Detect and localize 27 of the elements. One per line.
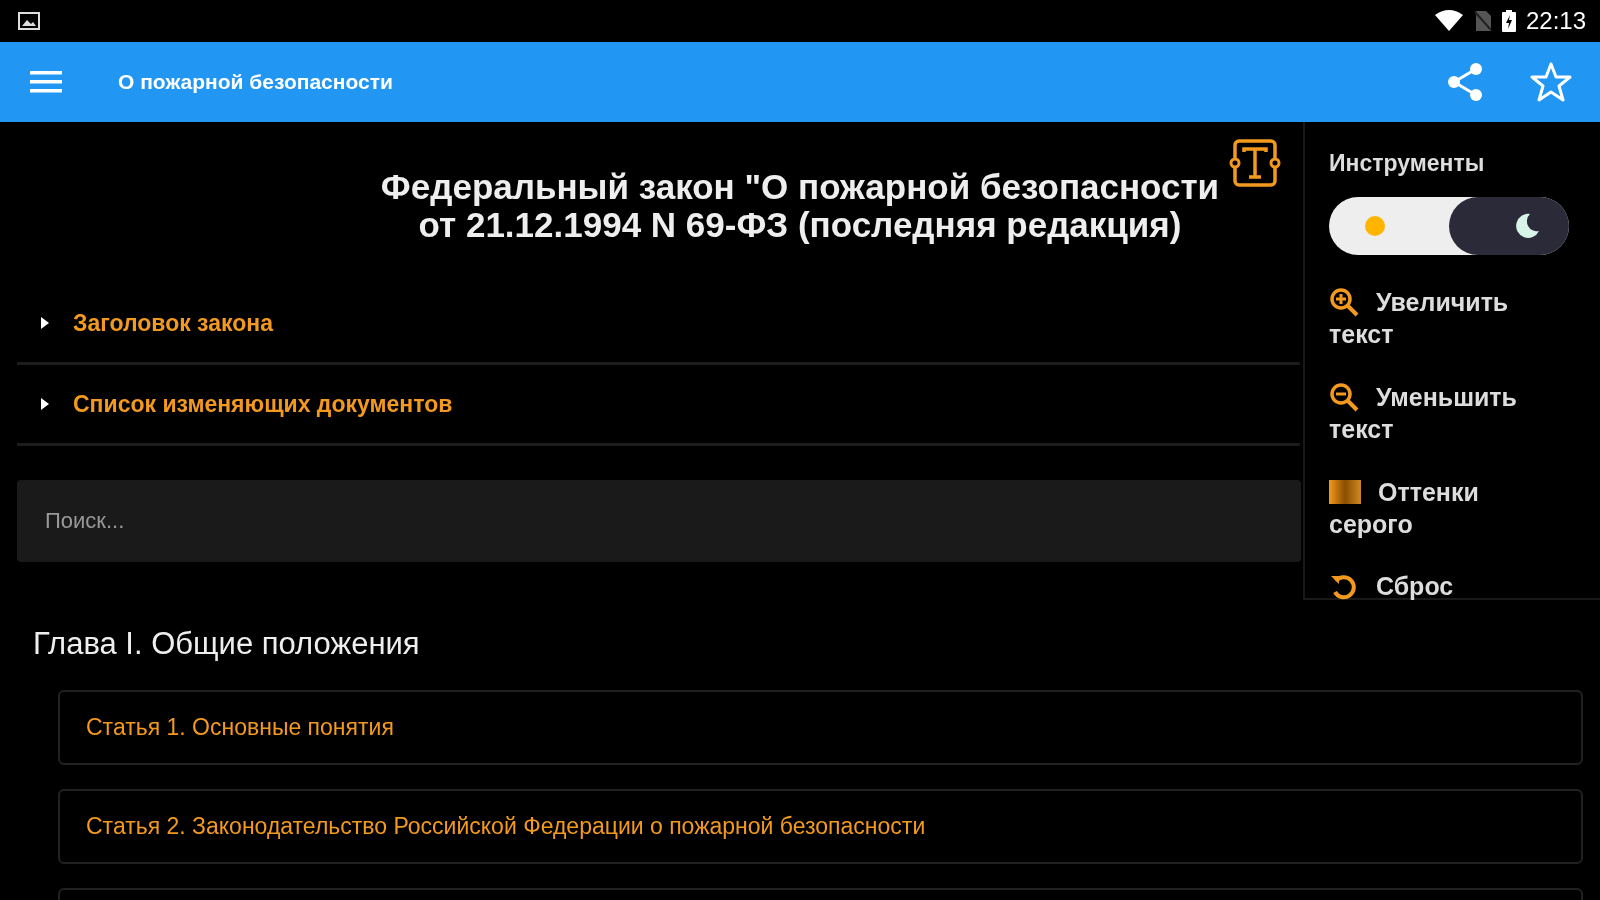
text-format-icon[interactable]: [1228, 138, 1282, 188]
image-icon: [18, 12, 40, 30]
article-link[interactable]: Статья 1. Основные понятия: [58, 690, 1583, 765]
app-bar-title: О пожарной безопасности: [118, 70, 393, 94]
tool-menu-item[interactable]: Оттенки серого: [1329, 474, 1565, 540]
document-title: Федеральный закон "О пожарной безопасности от 21.12.1994 N 69-ФЗ (последняя редакция): [379, 168, 1221, 244]
share-icon[interactable]: [1446, 62, 1484, 102]
no-sim-icon: [1473, 10, 1492, 32]
battery-icon: [1501, 10, 1516, 32]
zoom-in-icon: [1329, 287, 1359, 318]
star-icon[interactable]: [1530, 62, 1572, 102]
theme-toggle[interactable]: [1329, 197, 1569, 255]
menu-icon[interactable]: [30, 70, 62, 94]
expandable-section[interactable]: Список изменяющих документов: [17, 365, 1300, 446]
tool-menu-item[interactable]: Уменьшить текст: [1329, 379, 1565, 445]
chapter-heading: Глава I. Общие положения: [33, 626, 421, 662]
expandable-section[interactable]: Заголовок закона: [17, 284, 1300, 365]
article-link[interactable]: Статья 2. Законодательство Российской Федерации о пожарной безопасности: [58, 789, 1583, 864]
search-field[interactable]: Поиск...: [17, 480, 1301, 562]
clock-time: 22:13: [1525, 7, 1586, 35]
tool-menu-item[interactable]: Увеличить текст: [1329, 285, 1565, 350]
tool-menu-item[interactable]: Сброс: [1329, 569, 1565, 602]
grayscale-icon: [1329, 479, 1361, 504]
sun-icon: [1364, 215, 1386, 237]
tools-title: Инструменты: [1329, 150, 1486, 177]
zoom-out-icon: [1329, 382, 1359, 413]
wifi-icon: [1433, 10, 1464, 32]
